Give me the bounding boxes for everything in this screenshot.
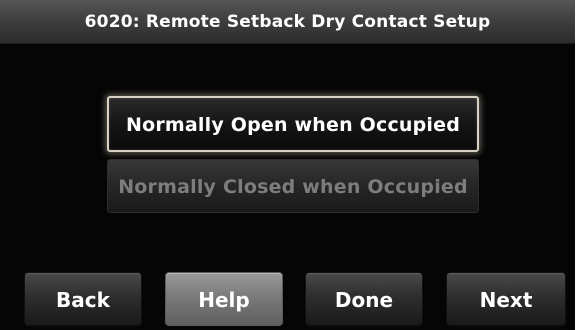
- option-normally-open-when-occupied[interactable]: Normally Open when Occupied: [107, 96, 479, 152]
- back-button[interactable]: Back: [24, 272, 142, 326]
- thermostat-screen: 6020: Remote Setback Dry Contact Setup N…: [0, 0, 575, 330]
- page-title: 6020: Remote Setback Dry Contact Setup: [0, 0, 575, 44]
- option-normally-closed-when-occupied[interactable]: Normally Closed when Occupied: [107, 159, 479, 213]
- help-button[interactable]: Help: [165, 272, 283, 326]
- done-button[interactable]: Done: [305, 272, 423, 326]
- next-button[interactable]: Next: [446, 272, 566, 326]
